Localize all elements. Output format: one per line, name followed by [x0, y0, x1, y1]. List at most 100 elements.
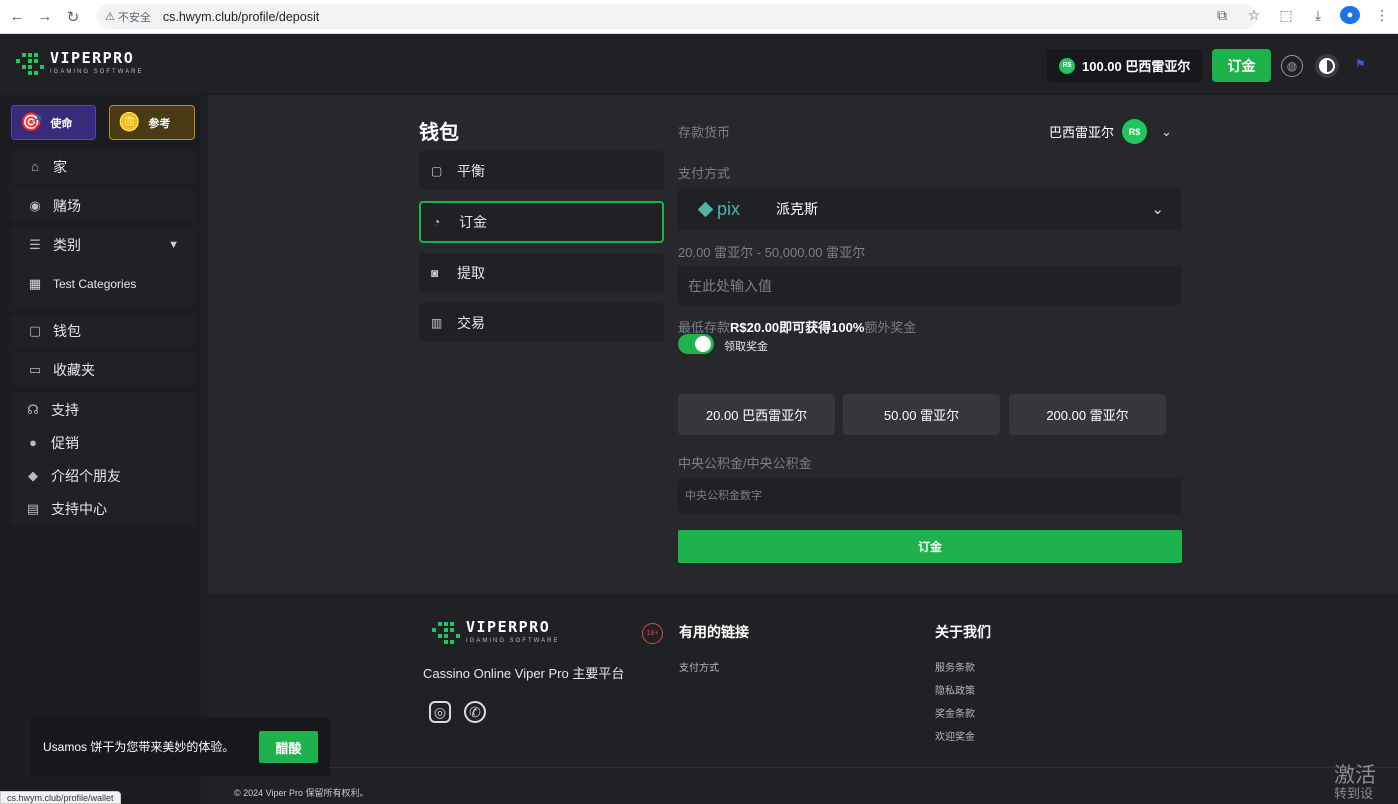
quick-amount-200[interactable]: 200.00 雷亚尔: [1009, 394, 1166, 435]
footer-link-payment[interactable]: 支付方式: [679, 659, 719, 674]
cpf-input[interactable]: [678, 478, 1182, 514]
footer-logo[interactable]: VIPERPRO IGAMING SOFTWARE: [430, 620, 559, 644]
amount-input[interactable]: [678, 266, 1182, 305]
cpf-label: 中央公积金/中央公积金: [678, 456, 812, 471]
sidebar-item-favorites[interactable]: ▭ 收藏夹: [11, 353, 195, 386]
footer-link-bonus-terms[interactable]: 奖金条款: [935, 705, 975, 720]
sidebar: 🎯 使命 🪙 参考 ⌂ 家 ◉ 赌场 ☰ 类别 ▼ ▦ Test Categor…: [0, 95, 207, 804]
forward-icon[interactable]: →: [34, 6, 56, 28]
about-us-title: 关于我们: [935, 624, 991, 640]
home-icon: ⌂: [31, 159, 39, 174]
chevron-down-icon: ▼: [168, 238, 179, 251]
ticket-icon: ◆: [28, 467, 38, 483]
insecure-badge[interactable]: ⚠ 不安全: [105, 9, 151, 25]
wallet-menu-transactions[interactable]: ▥ 交易: [419, 303, 664, 342]
logo-mark-icon: [14, 51, 44, 75]
payment-method-label: 支付方式: [678, 166, 731, 181]
url-text: cs.hwym.club/profile/deposit: [162, 9, 320, 24]
help-center-icon: ▤: [26, 500, 40, 516]
sidebar-item-support[interactable]: ☊ 支持: [11, 393, 195, 426]
footer-link-welcome-bonus[interactable]: 欢迎奖金: [935, 728, 975, 743]
sidebar-item-categories[interactable]: ☰ 类别 ▼: [11, 228, 195, 261]
currency-value: 巴西雷亚尔: [1049, 125, 1115, 140]
chevron-down-icon: ⌄: [1161, 123, 1172, 139]
sidebar-card-casino: ◉ 赌场: [11, 189, 195, 222]
promo-icon: ●: [29, 435, 37, 450]
site-header: VIPERPRO IGAMING SOFTWARE R$ 100.00 巴西雷亚…: [0, 35, 1398, 95]
cookie-accept-button[interactable]: 醋酸: [259, 731, 318, 763]
wallet-menu-deposit[interactable]: ◔ 订金: [419, 201, 664, 243]
gamepad-icon: ◉: [29, 197, 41, 213]
sidebar-card-categories: ☰ 类别 ▼ ▦ Test Categories: [11, 228, 195, 307]
withdraw-icon: ◙: [431, 265, 439, 280]
payment-method-value: 派克斯: [776, 201, 818, 217]
footer-link-terms[interactable]: 服务条款: [935, 659, 975, 674]
useful-links-title: 有用的链接: [679, 624, 749, 640]
list-icon: ☰: [29, 236, 41, 252]
wallet-title: 钱包: [419, 122, 459, 144]
referral-promo-button[interactable]: 🪙 参考: [109, 105, 195, 140]
sidebar-item-casino[interactable]: ◉ 赌场: [11, 189, 195, 222]
back-icon[interactable]: ←: [6, 6, 28, 28]
sidebar-card-support: ☊ 支持 ● 促销 ◆ 介绍个朋友 ▤ 支持中心: [11, 393, 195, 525]
address-bar[interactable]: ⚠ 不安全 cs.hwym.club/profile/deposit: [97, 4, 1257, 29]
cookie-banner: Usamos 饼干为您带来美妙的体验。 醋酸: [30, 717, 330, 776]
translate-icon[interactable]: ⧉: [1212, 7, 1232, 24]
logo-subtitle: IGAMING SOFTWARE: [50, 69, 144, 75]
brl-coin-icon: R$: [1059, 57, 1075, 74]
site-footer: [208, 593, 1398, 804]
chevron-down-icon: ⌄: [1151, 201, 1164, 218]
mission-promo-button[interactable]: 🎯 使命: [11, 105, 96, 140]
coins-icon: 🪙: [118, 112, 141, 132]
logo-mark-icon: [430, 620, 460, 644]
browser-toolbar: ← → ↻ ⚠ 不安全 cs.hwym.club/profile/deposit …: [0, 0, 1398, 34]
download-icon[interactable]: ⤓: [1308, 7, 1328, 24]
profile-avatar[interactable]: ●: [1340, 6, 1360, 24]
sidebar-item-wallet[interactable]: ▢ 钱包: [11, 314, 195, 347]
wallet-icon: ▢: [28, 322, 42, 338]
menu-kebab-icon[interactable]: ⋮: [1372, 7, 1392, 24]
wallet-menu-withdraw[interactable]: ◙ 提取: [419, 253, 664, 292]
pix-logo-icon: pix: [697, 199, 776, 220]
footer-link-privacy[interactable]: 隐私政策: [935, 682, 975, 697]
wallet-menu-balance[interactable]: ▢ 平衡: [419, 151, 664, 190]
balance-amount: 100.00 巴西雷亚尔: [1082, 59, 1191, 74]
sidebar-item-home[interactable]: ⌂ 家: [11, 150, 195, 183]
status-bar-url: cs.hwym.club/profile/wallet: [0, 791, 121, 804]
payment-method-select[interactable]: pix 派克斯 ⌄: [678, 188, 1182, 230]
bookmark-star-icon[interactable]: ☆: [1244, 7, 1264, 24]
balance-display[interactable]: R$ 100.00 巴西雷亚尔: [1047, 49, 1202, 82]
globe-icon[interactable]: ◍: [1281, 55, 1303, 77]
claim-bonus-toggle[interactable]: [678, 334, 714, 354]
extensions-icon[interactable]: ⬚: [1276, 7, 1296, 24]
bonus-info: 最低存款R$20.00即可获得100%额外奖金: [678, 320, 917, 335]
deposit-submit-button[interactable]: 订金: [678, 530, 1182, 563]
sidebar-item-help-center[interactable]: ▤ 支持中心: [11, 492, 195, 525]
brl-coin-icon: R$: [1122, 119, 1148, 144]
sidebar-item-refer-friend[interactable]: ◆ 介绍个朋友: [11, 459, 195, 492]
cookie-text: Usamos 饼干为您带来美妙的体验。: [43, 740, 235, 754]
header-deposit-button[interactable]: 订金: [1212, 49, 1271, 82]
site-logo[interactable]: VIPERPRO IGAMING SOFTWARE: [14, 51, 143, 75]
piggy-bank-icon: ◔: [433, 215, 441, 229]
sidebar-item-promotions[interactable]: ● 促销: [11, 426, 195, 459]
theme-toggle-icon[interactable]: [1315, 54, 1339, 78]
wallet-icon: ▢: [431, 163, 443, 178]
sidebar-card-main: ⌂ 家: [11, 150, 195, 183]
target-icon: 🎯: [20, 112, 43, 132]
claim-bonus-label: 领取奖金: [724, 341, 768, 353]
language-flag-icon[interactable]: ⚑: [1355, 57, 1371, 71]
quick-amount-50[interactable]: 50.00 雷亚尔: [843, 394, 1000, 435]
quick-amount-20[interactable]: 20.00 巴西雷亚尔: [678, 394, 835, 435]
folder-icon: ▭: [28, 361, 42, 377]
amount-range-label: 20.00 雷亚尔 - 50,000.00 雷亚尔: [678, 245, 866, 260]
sidebar-card-wallet: ▢ 钱包: [11, 314, 195, 347]
reload-icon[interactable]: ↻: [62, 6, 84, 28]
category-image-icon: ▦: [28, 275, 42, 291]
copyright: © 2024 Viper Pro 保留所有权利。: [234, 788, 369, 798]
currency-selector[interactable]: 巴西雷亚尔 R$ ⌄: [1049, 119, 1172, 144]
sidebar-item-test-categories[interactable]: ▦ Test Categories: [11, 267, 195, 300]
headset-icon: ☊: [27, 401, 39, 417]
whatsapp-icon[interactable]: ✆: [464, 701, 486, 723]
instagram-icon[interactable]: ◎: [429, 701, 451, 723]
